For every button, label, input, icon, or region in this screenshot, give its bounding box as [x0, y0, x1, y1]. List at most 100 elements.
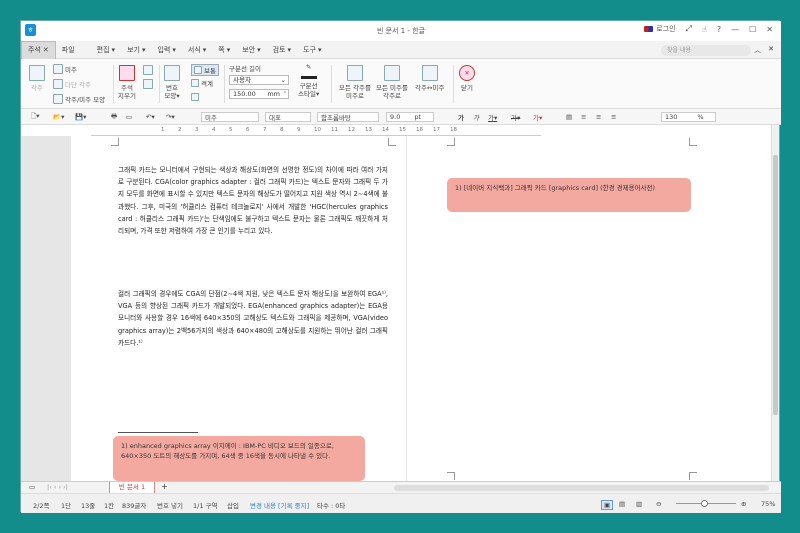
small-icon-3[interactable] [191, 93, 199, 101]
maximize-button[interactable]: ☐ [749, 25, 756, 34]
expand-icon[interactable]: ⤢ [686, 24, 692, 34]
footnote-box[interactable]: 1) enhanced graphics array 이지에이 : IBM-PC… [113, 436, 365, 481]
minimize-button[interactable]: — [731, 25, 739, 34]
view-web-icon[interactable]: ▥ [636, 500, 642, 508]
status-zoom: 75% [761, 500, 776, 508]
menu-view[interactable]: 보기 ▾ [121, 45, 151, 55]
menu-tools[interactable]: 도구 ▾ [297, 45, 327, 55]
underline-icon[interactable]: 가▾ [488, 112, 497, 122]
open-icon[interactable]: 📂▾ [53, 112, 64, 122]
search-input[interactable]: 찾을 내용 [661, 45, 751, 56]
justify-icon[interactable]: ≡ [611, 112, 616, 122]
multi-column-icon [53, 79, 63, 89]
align-left-icon[interactable]: ▤ [566, 112, 572, 122]
align-right-icon[interactable]: ≡ [596, 112, 601, 122]
small-icon-2[interactable] [143, 79, 153, 89]
chevron-down-icon: ⌄ [280, 76, 286, 84]
zoom-in-icon[interactable]: ⊕ [741, 500, 746, 508]
note-shape-icon [53, 94, 63, 104]
scroll-thumb[interactable] [773, 155, 778, 415]
close-tab-icon[interactable]: ✕ [43, 41, 49, 59]
menu-file[interactable]: 파일 [56, 45, 81, 55]
help-icon[interactable]: ? [717, 25, 721, 34]
login-button[interactable]: 로그인 [644, 24, 676, 34]
doc-list-icon[interactable]: ▭ [29, 483, 35, 491]
hand-icon[interactable]: ☝ [702, 25, 707, 34]
preview-icon[interactable]: ▭ [126, 112, 132, 122]
undo-icon[interactable]: ↶▾ [146, 112, 155, 122]
body-paragraph-2[interactable]: 컬러 그래픽의 경우에도 CGA의 단점(2∼4색 지원, 낮은 텍스트 문자 … [118, 288, 388, 349]
all-endnotes-to-footnotes-button[interactable]: 모든 미주를 각주로 [376, 65, 408, 100]
status-insert[interactable]: 삽입 [227, 500, 239, 510]
footnote-text: 1) enhanced graphics array 이지에이 : IBM-PC… [121, 442, 334, 460]
endnote-button[interactable]: 미주 [53, 64, 77, 74]
print-icon[interactable]: 🖶 [111, 112, 117, 122]
close-button[interactable]: ✕ [766, 25, 773, 34]
sep-length-input[interactable]: 150.00 mm ⌃ [229, 89, 289, 99]
save-icon[interactable]: 💾▾ [75, 112, 86, 122]
crop-mark [689, 472, 697, 480]
zoom-slider-knob[interactable] [701, 500, 708, 507]
horizontal-ruler[interactable]: 1 2 3 4 5 6 7 8 9 10 11 12 13 14 15 16 1… [91, 126, 541, 136]
menu-edit[interactable]: 편집 ▾ [91, 45, 121, 55]
font-color-icon[interactable]: 가▾ [533, 112, 542, 122]
close-ribbon-icon[interactable]: ✕ [768, 45, 774, 53]
spinner-icon[interactable]: ⌃ [283, 90, 287, 99]
status-col: 1칸 [104, 502, 115, 510]
menu-review[interactable]: 검토 ▾ [267, 45, 297, 55]
new-doc-icon[interactable]: 🗋▾ [31, 112, 40, 122]
prev-note-button[interactable]: 각주 [29, 65, 45, 92]
menu-comment[interactable]: 주석 ✕ [21, 40, 56, 59]
sep-style-button[interactable]: ✎ 구분선 스타일▾ [298, 63, 319, 98]
small-icon-1[interactable] [143, 65, 153, 75]
multi-footnote-button[interactable]: 다단 각주 [53, 79, 91, 89]
note-shape-button[interactable]: 각주/미주 모양 [53, 94, 105, 104]
menu-insert[interactable]: 입력 ▾ [151, 45, 181, 55]
chevron-up-icon[interactable]: ︿ [754, 45, 761, 55]
status-insert-mode[interactable]: 번호 넣기 [157, 500, 183, 510]
delete-comment-button[interactable]: 주석 지우기 [118, 65, 136, 100]
bold-icon[interactable]: 가 [458, 112, 464, 122]
memo-box[interactable]: 1) [네이버 지식백과] 그래픽 카드 [graphics card] (한경… [447, 178, 691, 212]
strike-icon[interactable]: 가▾ [511, 112, 520, 122]
close-button-ribbon[interactable]: ✕ 닫기 [459, 65, 475, 92]
font-size-input[interactable]: 9.0 pt [386, 112, 434, 122]
language-select[interactable]: 대표 [265, 112, 311, 122]
all-footnotes-to-endnotes-button[interactable]: 모든 각주를 미주로 [339, 65, 371, 100]
redo-icon[interactable]: ↷▾ [166, 112, 175, 122]
zoom-input[interactable]: 130% [661, 112, 716, 122]
font-select[interactable]: 함초롬바탕 [317, 112, 379, 122]
menu-security[interactable]: 보안 ▾ [236, 45, 266, 55]
body-paragraph-1[interactable]: 그래픽 카드는 모니터에서 구현되는 색상과 해상도(화면의 선명한 정도)의 … [118, 164, 388, 237]
view-page-icon[interactable]: ▤ [619, 500, 625, 508]
convert-icon [346, 65, 363, 81]
crop-mark [447, 472, 455, 480]
sep-length-select[interactable]: 사용자 ⌄ [229, 75, 289, 85]
crop-mark [447, 138, 455, 146]
style-select[interactable]: 미주 [201, 112, 259, 122]
add-tab-button[interactable]: + [161, 482, 168, 491]
status-section: 1단 [61, 502, 72, 510]
status-track-changes[interactable]: 변경 내용 [기록 중지] [250, 500, 309, 510]
align-center-icon[interactable]: ≡ [581, 112, 586, 122]
menu-page[interactable]: 쪽 ▾ [212, 45, 236, 55]
vertical-scrollbar[interactable] [771, 125, 779, 481]
zoom-out-icon[interactable]: ⊖ [656, 500, 661, 508]
app-window: ㅎ 빈 문서 1 - 한글 로그인 ⤢ ☝ ? — ☐ ✕ 주석 ✕ 파일 편집 ▾… [20, 20, 781, 513]
horizontal-scrollbar[interactable] [394, 485, 769, 491]
swap-icon [421, 65, 438, 81]
view-normal-icon[interactable]: ▣ [601, 500, 614, 510]
tab-nav-icons[interactable]: |‹ ‹ › ›| [47, 483, 68, 491]
delete-note-icon [118, 65, 135, 81]
number-shape-button[interactable]: 번호 모양▾ [164, 65, 180, 100]
italic-icon[interactable]: 가 [473, 112, 479, 122]
crop-mark [111, 138, 119, 146]
numbering-icon [164, 65, 180, 81]
page-2[interactable]: 1) [네이버 지식백과] 그래픽 카드 [graphics card] (한경… [407, 136, 773, 481]
swap-notes-button[interactable]: 각주↔미주 [415, 65, 444, 92]
toggle-normal[interactable]: 보통 [191, 64, 219, 76]
divider [159, 65, 160, 103]
toggle-format[interactable]: 격계 [191, 78, 213, 88]
menu-format[interactable]: 서식 ▾ [182, 45, 212, 55]
page-1[interactable]: 그래픽 카드는 모니터에서 구현되는 색상과 해상도(화면의 선명한 정도)의 … [71, 136, 406, 481]
